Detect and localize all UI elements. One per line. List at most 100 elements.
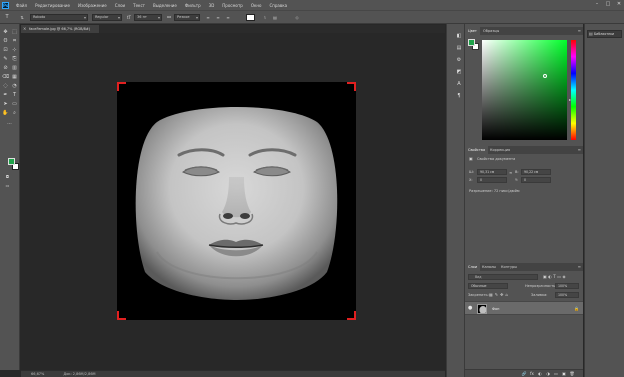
font-family-select[interactable]: Roboto [30, 14, 88, 21]
text-color-swatch[interactable] [246, 14, 255, 21]
delete-layer-icon[interactable]: 🗑 [569, 371, 575, 377]
crop-handle-top-right[interactable] [347, 82, 356, 91]
tab-paths[interactable]: Контуры [498, 263, 520, 271]
new-group-icon[interactable]: ▭ [553, 371, 559, 377]
tab-color[interactable]: Цвет [465, 27, 480, 35]
blend-mode-select[interactable]: Обычные [468, 283, 508, 289]
path-selection-tool-icon[interactable]: ➤ [1, 100, 10, 108]
crop-handle-top-left[interactable] [117, 82, 126, 91]
tab-properties[interactable]: Свойства [465, 146, 489, 154]
layer-name[interactable]: Фон [492, 302, 499, 316]
tab-adjustments[interactable]: Коррекция [487, 146, 513, 154]
warp-text-icon[interactable]: ⌇ [262, 14, 268, 21]
adjustment-layer-icon[interactable]: ◑ [545, 371, 551, 377]
font-style-select[interactable]: Regular [92, 14, 122, 21]
history-panel-icon[interactable]: ◧ [455, 32, 463, 40]
quick-selection-tool-icon[interactable]: ⌗ [10, 37, 19, 45]
hue-slider[interactable] [571, 40, 576, 140]
y-field[interactable]: 0 [521, 177, 551, 183]
healing-brush-tool-icon[interactable]: ✎ [1, 55, 10, 63]
rectangle-tool-icon[interactable]: ▭ [10, 100, 19, 108]
zoom-level[interactable]: 66,67% [31, 372, 44, 376]
add-mask-icon[interactable]: ◐ [537, 371, 543, 377]
menu-file[interactable]: Файл [12, 3, 31, 8]
minimize-button[interactable]: – [594, 1, 600, 7]
paragraph-panel-icon[interactable]: ¶ [455, 92, 463, 100]
brush-tool-icon[interactable]: ⎘ [10, 55, 19, 63]
document-canvas[interactable] [117, 82, 356, 320]
dodge-tool-icon[interactable]: ◔ [10, 82, 19, 90]
menu-select[interactable]: Выделение [149, 3, 181, 8]
menu-window[interactable]: Окно [247, 3, 266, 8]
zoom-tool-icon[interactable]: ⌕ [10, 109, 19, 117]
align-center-icon[interactable]: ≡ [215, 14, 221, 21]
link-layers-icon[interactable]: 🔗 [521, 371, 527, 377]
layers-filter-select[interactable]: Вид [468, 274, 538, 280]
tab-swatches[interactable]: Образцы [480, 27, 502, 35]
anti-alias-select[interactable]: Резкое [174, 14, 200, 21]
crop-handle-bottom-left[interactable] [117, 311, 126, 320]
hue-slider-marker[interactable] [569, 99, 571, 101]
layer-row[interactable]: ● Фон 🔒 [465, 301, 583, 315]
menu-help[interactable]: Справка [265, 3, 291, 8]
menu-edit[interactable]: Редактирование [31, 3, 74, 8]
screen-mode-icon[interactable]: ▭ [3, 182, 12, 190]
menu-layers[interactable]: Слои [111, 3, 129, 8]
crop-handle-bottom-right[interactable] [347, 311, 356, 320]
fill-field[interactable]: 100% [555, 292, 579, 298]
height-field[interactable]: 90,22 см [521, 169, 551, 175]
align-left-icon[interactable]: ≡ [205, 14, 211, 21]
menu-type[interactable]: Текст [129, 3, 149, 8]
close-button[interactable]: ✕ [616, 1, 622, 7]
document-tab[interactable]: × faceFemale.jpg @ 66,7% (RGB/8#) [21, 25, 100, 33]
quick-mask-icon[interactable]: ◘ [3, 173, 12, 181]
tab-layers[interactable]: Слои [465, 263, 481, 271]
eraser-tool-icon[interactable]: ⌫ [1, 73, 10, 81]
link-dimensions-icon[interactable]: ∞ [509, 170, 512, 175]
settings-panel-icon[interactable]: ⚙ [455, 56, 463, 64]
pen-tool-icon[interactable]: ✒ [1, 91, 10, 99]
lock-options-icons[interactable]: ▦✎✥⌂ [489, 292, 510, 297]
text-tool-icon[interactable]: T [4, 14, 10, 21]
properties-panel-menu-icon[interactable]: ≡ [578, 146, 581, 154]
new-layer-icon[interactable]: ▣ [561, 371, 567, 377]
menu-filter[interactable]: Фильтр [181, 3, 205, 8]
document-info[interactable]: Док: 2,86M/2,86M [63, 372, 95, 376]
color-panel-menu-icon[interactable]: ≡ [578, 27, 581, 35]
clone-stamp-tool-icon[interactable]: ⊘ [1, 64, 10, 72]
align-right-icon[interactable]: ≡ [225, 14, 231, 21]
foreground-color-swatch[interactable] [8, 158, 15, 165]
history-brush-tool-icon[interactable]: ▥ [10, 64, 19, 72]
hand-tool-icon[interactable]: ✋ [1, 109, 10, 117]
gradient-tool-icon[interactable]: ▦ [10, 73, 19, 81]
eyedropper-tool-icon[interactable]: ⊹ [10, 46, 19, 54]
move-tool-icon[interactable]: ✥ [1, 28, 10, 36]
character-panel-icon[interactable]: ▤ [272, 14, 278, 21]
more-tools-icon[interactable]: ··· [5, 120, 14, 128]
close-document-icon[interactable]: × [23, 25, 26, 33]
color-panel-foreground-swatch[interactable] [468, 39, 475, 46]
layer-filter-icons[interactable]: ▣◐T▭◈ [543, 274, 567, 279]
opacity-field[interactable]: 100% [555, 283, 579, 289]
crop-tool-icon[interactable]: ⊡ [1, 46, 10, 54]
width-field[interactable]: 90,31 см [477, 169, 507, 175]
menu-image[interactable]: Изображение [74, 3, 111, 8]
layer-style-icon[interactable]: fx [529, 371, 535, 377]
actions-panel-icon[interactable]: ▤ [455, 44, 463, 52]
libraries-button[interactable]: ▤ Библиотеки [587, 30, 622, 38]
lasso-tool-icon[interactable]: ʘ [1, 37, 10, 45]
menu-view[interactable]: Просмотр [218, 3, 247, 8]
x-field[interactable]: 0 [477, 177, 507, 183]
blur-tool-icon[interactable]: ◌ [1, 82, 10, 90]
brush-panel-icon[interactable]: ◩ [455, 68, 463, 76]
menu-3d[interactable]: 3D [205, 3, 219, 8]
font-size-select[interactable]: 36 пт [134, 14, 162, 21]
layers-panel-menu-icon[interactable]: ≡ [578, 263, 581, 271]
tab-channels[interactable]: Каналы [479, 263, 499, 271]
visibility-eye-icon[interactable]: ● [468, 305, 472, 312]
type-tool-icon[interactable]: T [10, 91, 19, 99]
maximize-button[interactable]: □ [605, 1, 611, 7]
character-panel-icon[interactable]: A [455, 80, 463, 88]
color-picker-cursor[interactable] [543, 74, 547, 78]
3d-icon[interactable]: ◇ [294, 14, 300, 21]
